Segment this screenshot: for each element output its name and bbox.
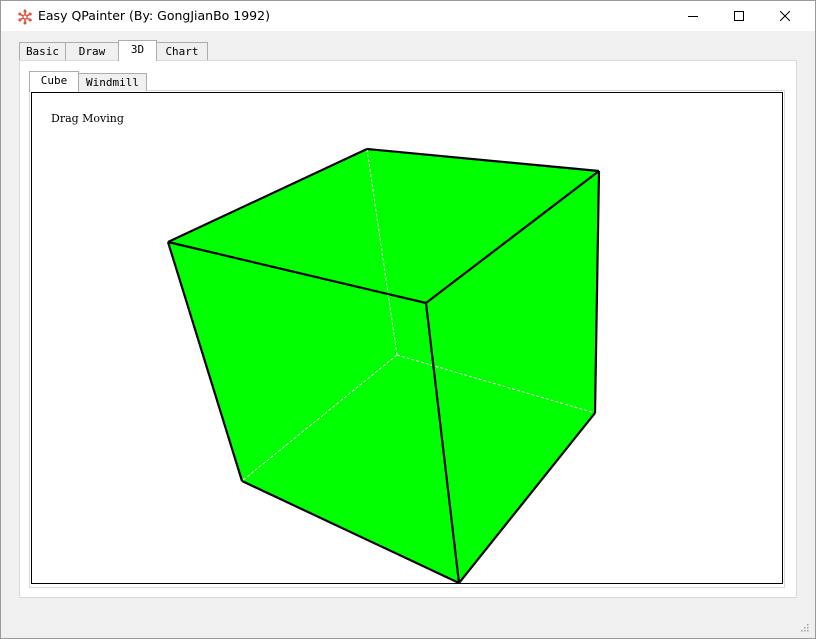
cube-canvas[interactable]: Drag Moving [31,92,783,584]
tab-chart[interactable]: Chart [156,42,208,60]
maximize-button[interactable] [716,1,762,31]
subtab-windmill[interactable]: Windmill [78,73,147,91]
resize-grip-icon[interactable] [799,622,809,632]
close-icon [780,11,790,21]
tab-3d[interactable]: 3D [118,40,157,61]
title-bar[interactable]: Easy QPainter (By: GongJianBo 1992) [1,1,815,31]
close-button[interactable] [762,1,808,31]
window-title: Easy QPainter (By: GongJianBo 1992) [38,8,270,23]
minimize-icon [688,16,698,17]
tab-draw[interactable]: Draw [65,42,119,60]
subtab-cube[interactable]: Cube [29,71,79,92]
maximize-icon [734,11,744,21]
tab-basic[interactable]: Basic [19,42,66,60]
minimize-button[interactable] [670,1,716,31]
app-window: Easy QPainter (By: GongJianBo 1992) Basi… [0,0,816,639]
cube-3d-drawing [166,147,601,583]
app-snowflake-icon [18,9,32,25]
